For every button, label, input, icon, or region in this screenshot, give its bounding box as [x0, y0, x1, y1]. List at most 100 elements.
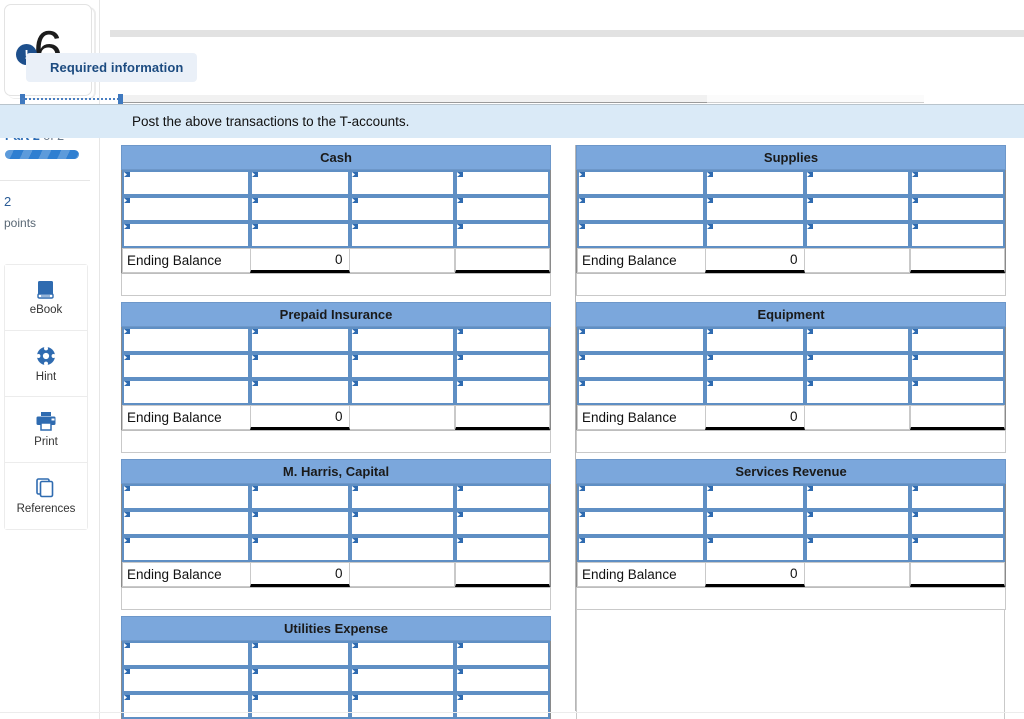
entry-cell-box[interactable]	[454, 641, 551, 667]
entry-cell-box[interactable]	[577, 327, 705, 353]
entry-input[interactable]	[124, 669, 248, 691]
entry-cell-box[interactable]	[249, 170, 350, 196]
entry-input[interactable]	[806, 355, 908, 377]
entry-input[interactable]	[911, 172, 1003, 194]
entry-input[interactable]	[251, 381, 348, 403]
entry-cell-box[interactable]	[909, 222, 1005, 248]
entry-input[interactable]	[456, 486, 549, 508]
entry-cell-box[interactable]	[349, 693, 455, 719]
entry-cell-box[interactable]	[349, 641, 455, 667]
entry-cell-box[interactable]	[704, 353, 805, 379]
entry-cell-box[interactable]	[454, 353, 551, 379]
entry-cell-box[interactable]	[804, 379, 910, 405]
entry-input[interactable]	[124, 329, 248, 351]
entry-input[interactable]	[579, 329, 703, 351]
entry-cell-box[interactable]	[249, 379, 350, 405]
entry-cell-box[interactable]	[349, 327, 455, 353]
entry-cell-box[interactable]	[349, 353, 455, 379]
entry-cell-box[interactable]	[704, 484, 805, 510]
entry-input[interactable]	[351, 198, 453, 220]
entry-input[interactable]	[806, 486, 908, 508]
entry-input[interactable]	[251, 486, 348, 508]
entry-input[interactable]	[251, 329, 348, 351]
entry-cell-box[interactable]	[804, 222, 910, 248]
entry-cell-box[interactable]	[704, 379, 805, 405]
entry-cell-box[interactable]	[349, 484, 455, 510]
entry-input[interactable]	[706, 198, 803, 220]
entry-input[interactable]	[456, 695, 549, 717]
entry-cell-box[interactable]	[454, 327, 551, 353]
entry-input[interactable]	[351, 381, 453, 403]
entry-input[interactable]	[706, 355, 803, 377]
entry-input[interactable]	[251, 172, 348, 194]
entry-input[interactable]	[579, 172, 703, 194]
entry-input[interactable]	[706, 172, 803, 194]
entry-cell-box[interactable]	[349, 222, 455, 248]
entry-cell-box[interactable]	[577, 536, 705, 562]
entry-cell-box[interactable]	[122, 379, 250, 405]
entry-cell-box[interactable]	[249, 484, 350, 510]
entry-cell-box[interactable]	[577, 196, 705, 222]
entry-input[interactable]	[911, 329, 1004, 351]
entry-input[interactable]	[456, 512, 549, 534]
entry-cell-box[interactable]	[454, 222, 551, 248]
entry-input[interactable]	[911, 486, 1004, 508]
entry-input[interactable]	[351, 643, 453, 665]
entry-cell-box[interactable]	[122, 641, 250, 667]
entry-input[interactable]	[456, 643, 549, 665]
entry-cell-box[interactable]	[909, 510, 1006, 536]
entry-input[interactable]	[806, 329, 908, 351]
entry-input[interactable]	[251, 669, 348, 691]
entry-cell-box[interactable]	[704, 327, 805, 353]
horizontal-scrollbar-rest[interactable]	[707, 95, 924, 103]
entry-cell-box[interactable]	[249, 667, 350, 693]
entry-input[interactable]	[124, 695, 248, 717]
print-button[interactable]: Print	[5, 397, 87, 463]
entry-cell-box[interactable]	[122, 353, 250, 379]
entry-input[interactable]	[911, 224, 1003, 246]
entry-cell-box[interactable]	[349, 170, 455, 196]
entry-cell-box[interactable]	[454, 379, 551, 405]
entry-cell-box[interactable]	[122, 327, 250, 353]
entry-input[interactable]	[579, 538, 703, 560]
entry-cell-box[interactable]	[349, 196, 455, 222]
entry-cell-box[interactable]	[804, 196, 910, 222]
entry-input[interactable]	[706, 224, 803, 246]
entry-input[interactable]	[706, 538, 803, 560]
entry-cell-box[interactable]	[577, 484, 705, 510]
entry-input[interactable]	[456, 224, 549, 246]
entry-cell-box[interactable]	[704, 170, 805, 196]
entry-input[interactable]	[124, 381, 248, 403]
entry-input[interactable]	[351, 669, 453, 691]
entry-cell-box[interactable]	[122, 222, 250, 248]
entry-input[interactable]	[124, 512, 248, 534]
entry-cell-box[interactable]	[909, 379, 1006, 405]
entry-input[interactable]	[124, 198, 248, 220]
entry-input[interactable]	[911, 198, 1003, 220]
entry-cell-box[interactable]	[349, 510, 455, 536]
entry-input[interactable]	[251, 512, 348, 534]
entry-cell-box[interactable]	[454, 693, 551, 719]
entry-cell-box[interactable]	[122, 693, 250, 719]
entry-cell-box[interactable]	[454, 510, 551, 536]
entry-input[interactable]	[124, 355, 248, 377]
entry-cell-box[interactable]	[577, 170, 705, 196]
entry-cell-box[interactable]	[122, 536, 250, 562]
entry-cell-box[interactable]	[577, 222, 705, 248]
entry-cell-box[interactable]	[122, 170, 250, 196]
entry-cell-box[interactable]	[249, 693, 350, 719]
entry-input[interactable]	[579, 224, 703, 246]
entry-cell-box[interactable]	[249, 222, 350, 248]
entry-input[interactable]	[251, 643, 348, 665]
entry-input[interactable]	[124, 172, 248, 194]
entry-cell-box[interactable]	[577, 353, 705, 379]
hint-button[interactable]: Hint	[5, 331, 87, 397]
entry-input[interactable]	[806, 381, 908, 403]
entry-input[interactable]	[351, 355, 453, 377]
entry-cell-box[interactable]	[122, 484, 250, 510]
entry-input[interactable]	[806, 172, 908, 194]
references-button[interactable]: References	[5, 463, 87, 529]
entry-cell-box[interactable]	[454, 484, 551, 510]
entry-input[interactable]	[456, 172, 549, 194]
entry-input[interactable]	[706, 381, 803, 403]
